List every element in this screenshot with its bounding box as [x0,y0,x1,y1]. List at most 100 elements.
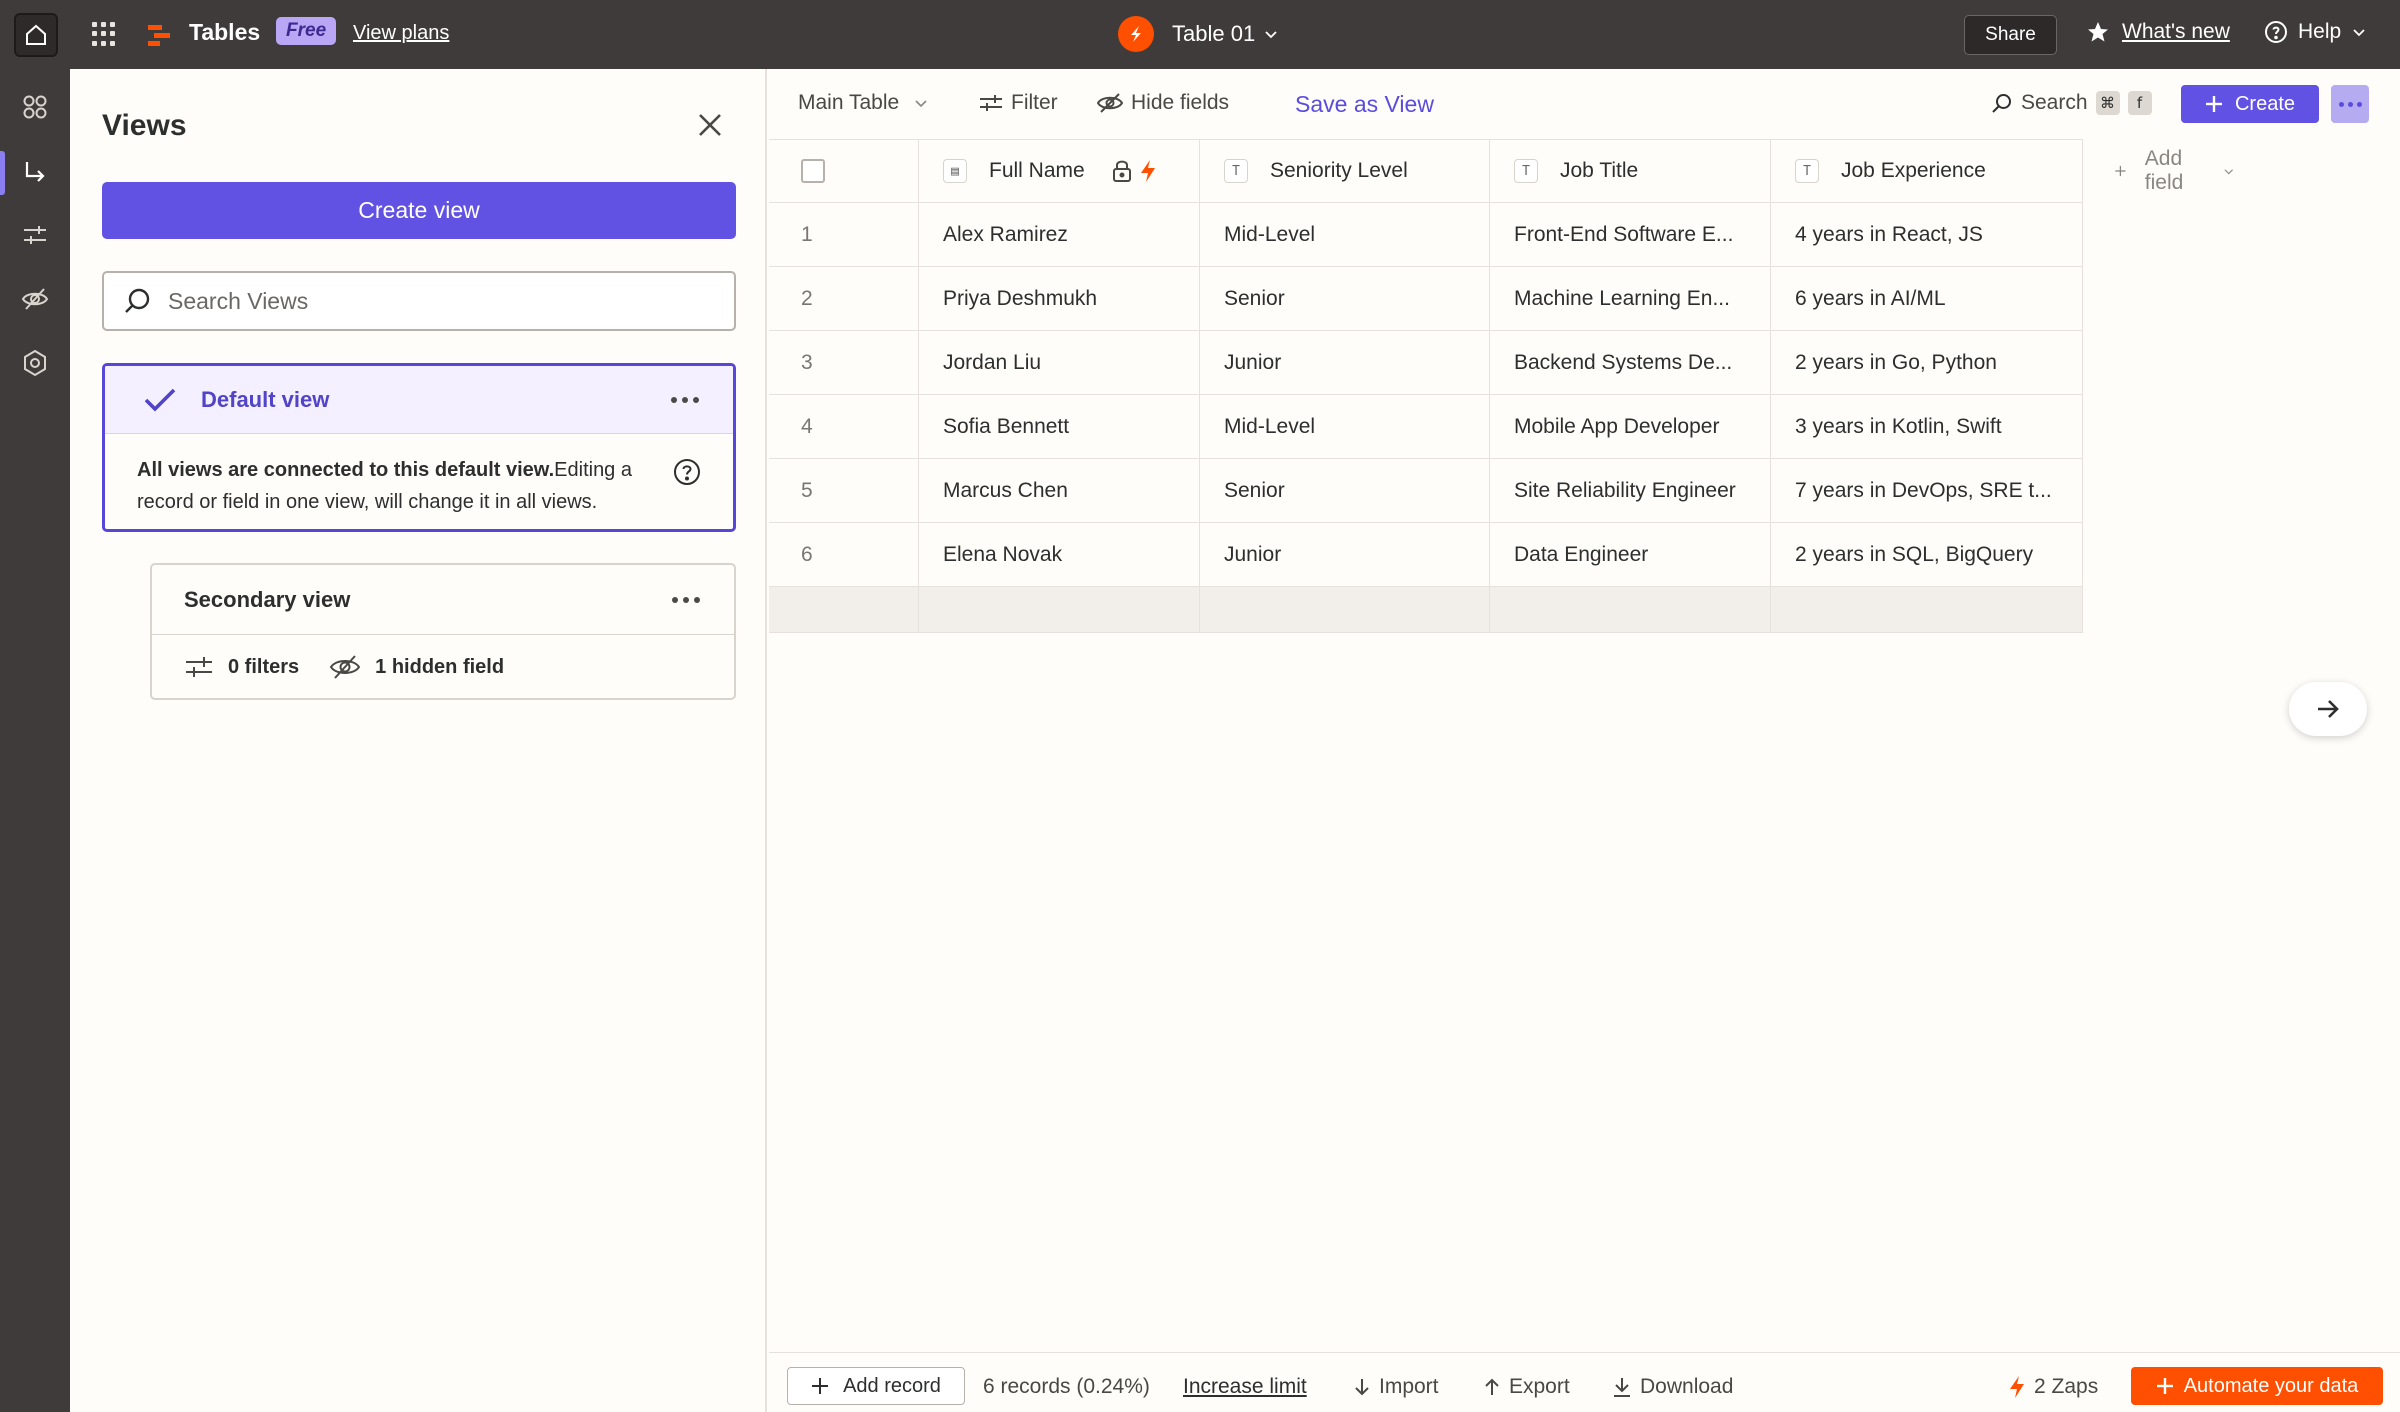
filter-icon [186,657,212,677]
table-select-label: Main Table [798,91,900,114]
cell-full-name[interactable]: Elena Novak [919,523,1200,587]
export-button[interactable]: Export [1483,1375,1570,1399]
cell-job-title[interactable]: Site Reliability Engineer [1490,459,1771,523]
create-label: Create [2234,92,2296,115]
rail-views-icon[interactable] [17,154,53,190]
add-field-button[interactable]: Add field [2084,139,2235,203]
rail-integrations-icon[interactable] [17,89,53,125]
close-panel-button[interactable] [694,109,726,141]
zaps-button[interactable]: 2 Zaps [2008,1375,2098,1399]
cell-job-title[interactable]: Data Engineer [1490,523,1771,587]
search-views-input[interactable] [168,287,728,315]
apps-grid-icon[interactable] [92,22,116,46]
column-header-seniority-level[interactable]: T Seniority Level [1200,139,1490,203]
secondary-view-card[interactable]: Secondary view 0 filters 1 hidden field [150,563,736,700]
scroll-right-button[interactable] [2289,682,2367,736]
secondary-view-header[interactable]: Secondary view [152,565,734,635]
new-record-row[interactable] [769,587,2083,633]
cell-seniority-level[interactable]: Junior [1200,331,1490,395]
save-as-view-button[interactable]: Save as View [1295,91,1434,118]
whats-new-link[interactable]: What's new [2086,20,2230,44]
search-icon [1992,94,2011,113]
cell-full-name[interactable]: Priya Deshmukh [919,267,1200,331]
rail-hidden-fields-icon[interactable] [17,281,53,317]
column-label: Full Name [989,159,1085,182]
automate-button[interactable]: Automate your data [2131,1367,2383,1405]
cell-full-name[interactable]: Jordan Liu [919,331,1200,395]
empty-cell [1200,587,1490,633]
cell-seniority-level[interactable]: Senior [1200,267,1490,331]
table-row[interactable]: 1 Alex Ramirez Mid-Level Front-End Softw… [769,203,2083,267]
default-view-header[interactable]: Default view [105,366,733,434]
cell-job-title[interactable]: Machine Learning En... [1490,267,1771,331]
rail-filter-icon[interactable] [17,217,53,253]
share-button[interactable]: Share [1964,15,2057,55]
cell-seniority-level[interactable]: Mid-Level [1200,395,1490,459]
cell-job-experience[interactable]: 6 years in AI/ML [1771,267,2083,331]
filter-button[interactable]: Filter [979,91,1058,115]
create-view-button[interactable]: Create view [102,182,736,239]
cell-job-experience[interactable]: 2 years in Go, Python [1771,331,2083,395]
view-plans-link[interactable]: View plans [353,22,449,45]
table-toolbar: Main Table Filter Hide fields Save as Vi… [769,69,2400,139]
cell-seniority-level[interactable]: Senior [1200,459,1490,523]
cell-job-title[interactable]: Mobile App Developer [1490,395,1771,459]
cell-job-title[interactable]: Backend Systems De... [1490,331,1771,395]
home-button[interactable] [14,13,58,57]
arrow-up-icon [1485,1378,1499,1395]
increase-limit-link[interactable]: Increase limit [1183,1375,1307,1399]
import-button[interactable]: Import [1353,1375,1439,1399]
table-row[interactable]: 6 Elena Novak Junior Data Engineer 2 yea… [769,523,2083,587]
views-panel: Views Create view Default view All views… [70,69,767,1412]
cell-job-experience[interactable]: 3 years in Kotlin, Swift [1771,395,2083,459]
download-button[interactable]: Download [1612,1375,1733,1399]
cell-full-name[interactable]: Sofia Bennett [919,395,1200,459]
add-record-button[interactable]: Add record [787,1367,965,1405]
cell-seniority-level[interactable]: Mid-Level [1200,203,1490,267]
empty-cell [1771,587,2083,633]
left-rail [0,69,70,1412]
more-options-button[interactable] [2331,85,2369,123]
default-view-card[interactable]: Default view All views are connected to … [102,363,736,532]
table-select-dropdown[interactable]: Main Table [798,91,929,115]
search-views-field[interactable] [102,271,736,331]
add-field-label: Add field [2144,147,2184,194]
text-type-icon: T [1795,159,1819,183]
cell-job-title[interactable]: Front-End Software E... [1490,203,1771,267]
table-selector[interactable]: Table 01 [1118,16,1279,52]
search-button[interactable]: Search ⌘ f [1991,91,2152,115]
cell-job-experience[interactable]: 4 years in React, JS [1771,203,2083,267]
column-header-job-title[interactable]: T Job Title [1490,139,1771,203]
rail-settings-icon[interactable] [17,345,53,381]
arrow-right-icon [2318,700,2339,718]
main-area: Main Table Filter Hide fields Save as Vi… [769,69,2400,1412]
chevron-down-icon [915,100,927,108]
default-view-more-icon[interactable] [671,396,699,403]
cell-full-name[interactable]: Alex Ramirez [919,203,1200,267]
default-view-info: All views are connected to this default … [105,434,733,518]
table-row[interactable]: 2 Priya Deshmukh Senior Machine Learning… [769,267,2083,331]
cell-full-name[interactable]: Marcus Chen [919,459,1200,523]
help-icon[interactable] [673,458,701,486]
create-button[interactable]: Create [2181,85,2319,123]
table-row[interactable]: 5 Marcus Chen Senior Site Reliability En… [769,459,2083,523]
hide-fields-button[interactable]: Hide fields [1097,91,1229,115]
add-record-label: Add record [843,1374,941,1397]
column-header-full-name[interactable]: ▤ Full Name [919,139,1200,203]
column-header-job-experience[interactable]: T Job Experience [1771,139,2083,203]
table-row[interactable]: 4 Sofia Bennett Mid-Level Mobile App Dev… [769,395,2083,459]
search-label: Search [2021,91,2088,114]
cell-seniority-level[interactable]: Junior [1200,523,1490,587]
help-menu[interactable]: Help [2264,20,2367,44]
column-label: Job Title [1560,159,1639,182]
cell-job-experience[interactable]: 7 years in DevOps, SRE t... [1771,459,2083,523]
select-all-checkbox[interactable] [801,159,825,183]
secondary-view-more-icon[interactable] [672,596,700,603]
row-number: 6 [769,523,919,587]
secondary-view-filters-label: 0 filters [228,655,300,678]
row-number: 5 [769,459,919,523]
id-card-icon: ▤ [943,159,967,183]
table-row[interactable]: 3 Jordan Liu Junior Backend Systems De..… [769,331,2083,395]
cell-job-experience[interactable]: 2 years in SQL, BigQuery [1771,523,2083,587]
eye-off-icon [329,655,361,679]
